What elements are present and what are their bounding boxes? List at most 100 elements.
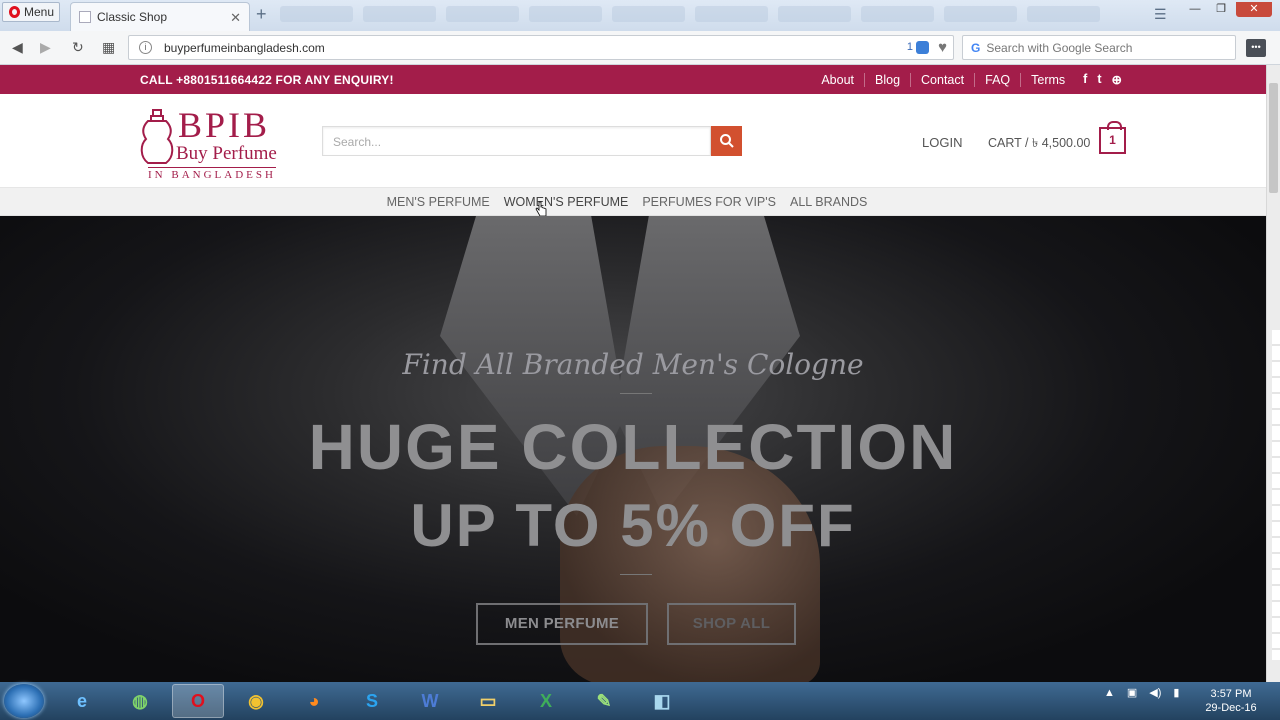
url-field[interactable]: i buyperfumeinbangladesh.com 1 ♥	[128, 35, 954, 60]
chrome-icon[interactable]: ◉	[230, 684, 282, 718]
google-search-field[interactable]: G Search with Google Search	[962, 35, 1236, 60]
social-links: f t ⊕	[1083, 72, 1122, 87]
maximize-icon[interactable]: ❐	[1210, 2, 1232, 17]
hero-headline-2: UP TO 5% OFF	[410, 492, 856, 559]
clock-time: 3:57 PM	[1210, 688, 1252, 700]
tab-close-icon[interactable]: ✕	[230, 10, 241, 26]
menu-label: Menu	[24, 5, 55, 19]
word-icon[interactable]: W	[404, 684, 456, 718]
explorer-icon[interactable]: ▭	[462, 684, 514, 718]
hero-divider-bottom	[620, 574, 652, 575]
google-search-placeholder: Search with Google Search	[986, 40, 1133, 55]
men-perfume-button[interactable]: MEN PERFUME	[476, 603, 648, 645]
reload-icon[interactable]: ↻	[72, 39, 84, 56]
ie-icon[interactable]: e	[56, 684, 108, 718]
nav-perfumes-for-vips[interactable]: PERFUMES FOR VIP'S	[642, 195, 776, 215]
window-close-icon[interactable]: ✕	[1236, 2, 1272, 17]
site-info-icon[interactable]: i	[139, 41, 152, 54]
site-search-input[interactable]: Search...	[322, 126, 711, 156]
google-icon: G	[971, 40, 981, 55]
ad-block-count: 1	[906, 41, 913, 53]
ad-block-shield-icon[interactable]	[916, 41, 929, 54]
forward-icon[interactable]: ▶	[40, 39, 51, 56]
site-header: BPIB Buy Perfume IN BANGLADESH Search...…	[0, 94, 1266, 187]
shop-all-button[interactable]: SHOP ALL	[667, 603, 796, 645]
taskbar-clock[interactable]: 3:57 PM 29-Dec-16	[1203, 687, 1259, 715]
minimize-icon[interactable]: —	[1184, 2, 1206, 17]
background-tab[interactable]	[695, 6, 768, 22]
background-tab[interactable]	[612, 6, 685, 22]
network-icon[interactable]: ▮	[1173, 686, 1179, 699]
hero-script-line: Find All Branded Men's Cologne	[402, 348, 864, 381]
logo-tag-text: IN BANGLADESH	[148, 167, 276, 181]
opera-menu-button[interactable]: Menu	[2, 2, 60, 22]
top-link-faq[interactable]: FAQ	[974, 72, 1020, 87]
screen: Menu Classic Shop ✕ + ☰ — ❐ ✕ ◀ ▶ ↻ ▦ i …	[0, 0, 1280, 720]
opera-icon[interactable]: O	[172, 684, 224, 718]
background-tab[interactable]	[363, 6, 436, 22]
hero-banner: Find All Branded Men's Cologne HUGE COLL…	[0, 216, 1266, 682]
opera-logo-icon	[9, 6, 20, 18]
site-logo[interactable]: BPIB Buy Perfume IN BANGLADESH	[140, 106, 290, 182]
scrollbar-thumb[interactable]	[1269, 83, 1278, 193]
top-contact-strip: CALL +8801511664422 FOR ANY ENQUIRY! Abo…	[0, 65, 1266, 94]
twitter-icon[interactable]: t	[1097, 72, 1101, 87]
login-link[interactable]: LOGIN	[922, 135, 962, 150]
background-tab[interactable]	[529, 6, 602, 22]
nav-womens-perfume[interactable]: WOMEN'S PERFUME	[504, 195, 629, 215]
back-icon[interactable]: ◀	[12, 39, 23, 56]
background-tab[interactable]	[446, 6, 519, 22]
extensions-icon[interactable]: •••	[1246, 39, 1266, 57]
address-bar-row: ◀ ▶ ↻ ▦ i buyperfumeinbangladesh.com 1 ♥…	[0, 31, 1280, 65]
background-tab[interactable]	[778, 6, 851, 22]
search-icon	[719, 134, 734, 148]
tray-expand-icon[interactable]: ▲	[1104, 687, 1115, 699]
logo-sub-text: Buy Perfume	[176, 143, 277, 164]
speed-dial-icon[interactable]: ▦	[102, 39, 115, 56]
background-window-edge	[1272, 330, 1280, 660]
logo-main-text: BPIB	[178, 105, 271, 145]
cart-link[interactable]: CART / ৳ 4,500.00	[988, 135, 1090, 155]
tray-device-icon[interactable]: ▣	[1127, 686, 1137, 699]
top-link-about[interactable]: About	[811, 73, 864, 87]
background-tab[interactable]	[1027, 6, 1100, 22]
background-tab[interactable]	[861, 6, 934, 22]
cart-count-icon[interactable]: 1	[1099, 121, 1126, 154]
new-tab-icon[interactable]: +	[256, 5, 267, 23]
browser-tab[interactable]: Classic Shop ✕	[70, 2, 250, 31]
site-search-placeholder: Search...	[333, 135, 382, 149]
skype-icon[interactable]: S	[346, 684, 398, 718]
windows-taskbar: e ◍ O ◉ ◕ S W ▭ X ✎ ◧ ▲ ▣ ◀) ▮ 3:57 PM 2…	[0, 682, 1280, 720]
tab-title: Classic Shop	[97, 10, 168, 24]
tab-menu-icon[interactable]: ☰	[1154, 6, 1167, 23]
top-link-terms[interactable]: Terms	[1020, 72, 1075, 87]
nav-all-brands[interactable]: ALL BRANDS	[790, 195, 867, 215]
start-button-icon[interactable]	[4, 684, 44, 718]
window-controls: — ❐ ✕	[1184, 2, 1272, 17]
volume-icon[interactable]: ◀)	[1149, 686, 1161, 699]
nav-mens-perfume[interactable]: MEN'S PERFUME	[387, 195, 490, 215]
facebook-icon[interactable]: f	[1083, 72, 1087, 87]
globe-icon[interactable]: ◍	[114, 684, 166, 718]
site-search-button[interactable]	[711, 126, 742, 156]
hand-cursor-icon	[535, 201, 547, 217]
top-link-blog[interactable]: Blog	[864, 72, 910, 87]
pinterest-icon[interactable]: ⊕	[1112, 72, 1122, 87]
page-favicon-icon	[79, 11, 91, 23]
clock-date: 29-Dec-16	[1205, 702, 1257, 714]
background-tab[interactable]	[944, 6, 1017, 22]
excel-icon[interactable]: X	[520, 684, 572, 718]
mail-icon[interactable]: ◧	[636, 684, 688, 718]
perfume-bottle-icon	[140, 109, 174, 164]
main-nav: MEN'S PERFUME WOMEN'S PERFUME PERFUMES F…	[0, 187, 1266, 216]
web-page: CALL +8801511664422 FOR ANY ENQUIRY! Abo…	[0, 65, 1266, 682]
url-text: buyperfumeinbangladesh.com	[164, 40, 325, 55]
firefox-icon[interactable]: ◕	[288, 684, 340, 718]
top-links: About Blog Contact FAQ Terms f t ⊕	[811, 72, 1122, 87]
background-tab[interactable]	[280, 6, 353, 22]
browser-tab-bar: Menu Classic Shop ✕ + ☰ — ❐ ✕	[0, 0, 1280, 31]
chart-app-icon[interactable]: ✎	[578, 684, 630, 718]
bookmark-heart-icon[interactable]: ♥	[938, 39, 947, 56]
call-text: CALL +8801511664422 FOR ANY ENQUIRY!	[140, 73, 394, 87]
top-link-contact[interactable]: Contact	[910, 72, 974, 87]
